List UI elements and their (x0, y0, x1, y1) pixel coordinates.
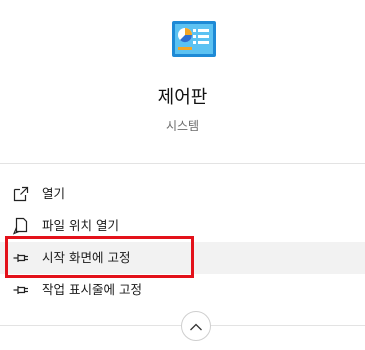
menu-item-pin-to-taskbar[interactable]: 작업 표시줄에 고정 (0, 274, 365, 306)
app-title: 제어판 (157, 87, 208, 108)
pin-icon (12, 249, 30, 267)
context-menu: 열기 파일 위치 열기 시작 화면에 고정 작업 표시줄에 고정 (0, 178, 365, 306)
menu-item-pin-to-start[interactable]: 시작 화면에 고정 (0, 242, 365, 274)
menu-item-label: 작업 표시줄에 고정 (42, 282, 142, 297)
menu-item-label: 파일 위치 열기 (42, 218, 119, 233)
pin-icon (12, 281, 30, 299)
menu-item-label: 열기 (42, 186, 66, 201)
file-location-icon (12, 217, 30, 235)
collapse-button[interactable] (181, 311, 211, 341)
divider (0, 163, 365, 164)
control-panel-icon (171, 20, 217, 58)
menu-item-open-file-location[interactable]: 파일 위치 열기 (0, 210, 365, 242)
menu-item-open[interactable]: 열기 (0, 178, 365, 210)
open-icon (12, 185, 30, 203)
app-category: 시스템 (165, 119, 200, 133)
menu-item-label: 시작 화면에 고정 (42, 250, 131, 265)
chevron-up-icon (189, 317, 203, 336)
